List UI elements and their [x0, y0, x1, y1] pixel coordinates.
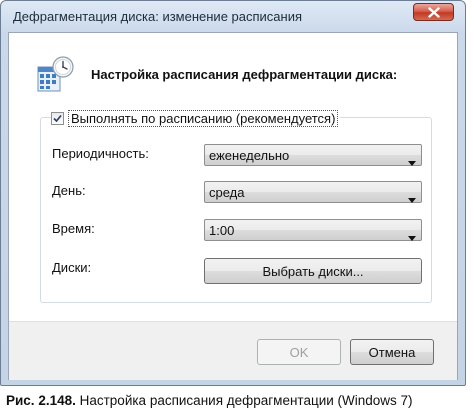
schedule-checkbox[interactable]: [51, 111, 64, 125]
ok-button[interactable]: OK: [257, 339, 341, 365]
time-value: 1:00: [209, 223, 235, 238]
chevron-down-icon: [408, 228, 416, 246]
day-value: среда: [209, 185, 245, 200]
figure-caption-text: Настройка расписания дефрагментации (Win…: [75, 393, 413, 408]
frequency-label: Периодичность:: [52, 146, 149, 161]
chevron-down-icon: [408, 190, 416, 208]
time-label: Время:: [52, 221, 95, 236]
page-heading: Настройка расписания дефрагментации диск…: [91, 67, 398, 82]
schedule-checkbox-label[interactable]: Выполнять по расписанию (рекомендуется): [68, 109, 339, 127]
figure-caption: Рис. 2.148. Настройка расписания дефрагм…: [6, 393, 413, 408]
dialog-content: Настройка расписания дефрагментации диск…: [8, 32, 458, 380]
figure-number: Рис. 2.148.: [6, 393, 76, 408]
disk-defrag-schedule-icon: [36, 55, 76, 95]
time-select[interactable]: 1:00: [204, 219, 422, 241]
button-bar: OK Отмена: [9, 321, 457, 380]
day-label: День:: [52, 183, 86, 198]
close-icon: [427, 6, 440, 18]
window-title: Дефрагментация диска: изменение расписан…: [13, 9, 303, 24]
frequency-value: еженедельно: [209, 148, 290, 163]
chevron-down-icon: [408, 153, 416, 171]
frequency-select[interactable]: еженедельно: [204, 144, 422, 166]
close-button[interactable]: [413, 3, 454, 21]
schedule-checkbox-row[interactable]: Выполнять по расписанию (рекомендуется): [51, 109, 341, 127]
dialog-window: Дефрагментация диска: изменение расписан…: [0, 0, 466, 386]
title-bar[interactable]: Дефрагментация диска: изменение расписан…: [1, 1, 465, 33]
page: Дефрагментация диска: изменение расписан…: [0, 0, 474, 417]
select-disks-button[interactable]: Выбрать диски...: [204, 258, 422, 284]
day-select[interactable]: среда: [204, 181, 422, 203]
disks-label: Диски:: [52, 260, 92, 275]
cancel-button[interactable]: Отмена: [350, 339, 434, 365]
